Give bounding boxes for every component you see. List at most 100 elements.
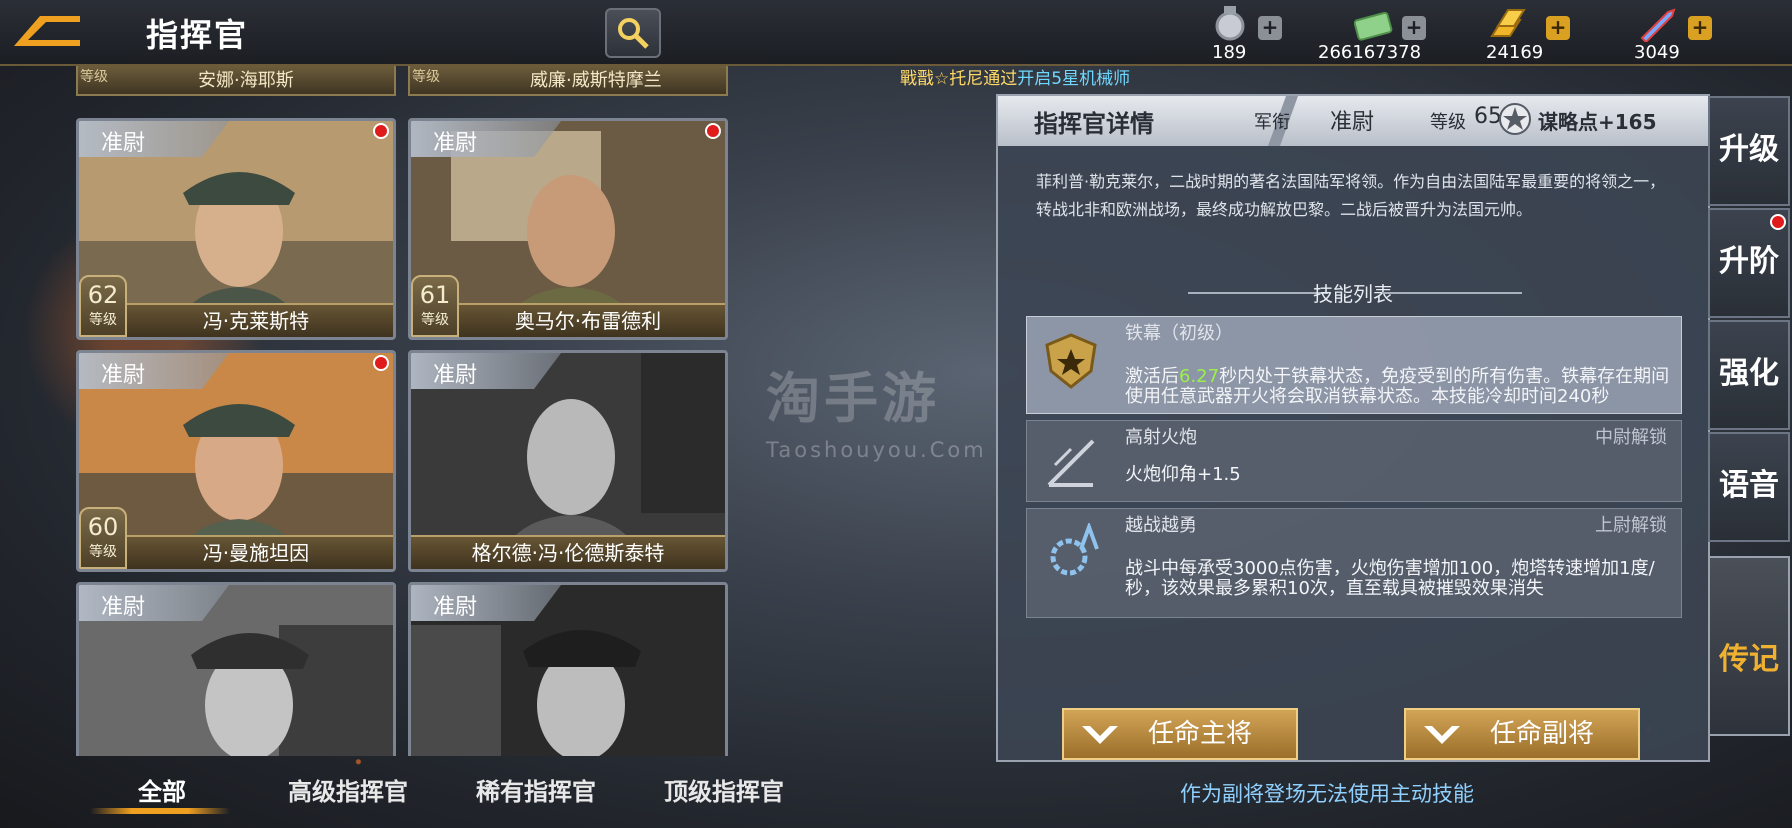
cash-icon xyxy=(1354,11,1393,41)
add-cash-button[interactable]: + xyxy=(1402,16,1426,40)
side-tab-label: 升级 xyxy=(1719,132,1779,167)
skill-description: 激活后6.27秒内处于铁幕状态，免疫受到的所有伤害。铁幕存在期间使用任意武器开火… xyxy=(1125,367,1671,407)
rank-value: 准尉 xyxy=(1330,110,1375,135)
gear-arrow-icon xyxy=(1050,523,1099,576)
filter-tabs: 全部 高级指挥官 稀有指挥官 顶级指挥官 xyxy=(70,768,784,818)
resource-gold: + 24169 xyxy=(1486,4,1596,63)
strategy-points-text: 谋略点+165 xyxy=(1538,110,1657,134)
commander-level-badge: 60 等级 xyxy=(79,507,127,569)
commander-card[interactable]: 准尉 奥马尔·布雷德利 61 等级 xyxy=(408,118,728,340)
medal-icon xyxy=(1215,6,1245,41)
resource-cash: + 266167378 xyxy=(1318,4,1468,63)
gold-bars-icon xyxy=(1490,9,1526,37)
level-label: 等级 xyxy=(1430,112,1466,133)
appoint-deputy-button[interactable]: 任命副将 xyxy=(1404,708,1640,760)
skill-item[interactable]: 越战越勇 上尉解锁 战斗中每承受3000点伤害，火炮伤害增加100，炮塔转速增加… xyxy=(1026,508,1682,618)
commander-card[interactable]: 准尉 xyxy=(408,582,728,756)
commander-card[interactable]: 准尉 冯·克莱斯特 62 等级 xyxy=(76,118,396,340)
side-tab-label: 语音 xyxy=(1719,468,1779,503)
watermark-sub: Taoshouyou.Com xyxy=(766,438,987,462)
strategy-star-icon xyxy=(1499,103,1531,135)
rocket-icon xyxy=(1640,8,1676,42)
ticker-mid: 通过 xyxy=(983,69,1018,89)
level-label: 等级 xyxy=(89,312,117,328)
search-icon xyxy=(618,18,649,49)
back-button[interactable] xyxy=(10,10,82,50)
commander-card[interactable]: 准尉 xyxy=(76,582,396,756)
add-gold-button[interactable]: + xyxy=(1546,16,1570,40)
side-tab-upgrade[interactable]: 升级 xyxy=(1708,96,1790,206)
peek-card[interactable]: 等级 安娜·海耶斯 xyxy=(76,66,396,96)
commander-bio: 菲利普·勒克莱尔，二战时期的著名法国陆军将领。作为自由法国陆军最重要的将领之一，… xyxy=(1036,172,1666,219)
add-rockets-button[interactable]: + xyxy=(1688,16,1712,40)
shield-star-icon xyxy=(1045,333,1097,389)
rockets-value: 3049 xyxy=(1634,42,1680,63)
alert-dot xyxy=(1770,214,1786,230)
skill-description: 火炮仰角+1.5 xyxy=(1125,464,1241,485)
alert-dot xyxy=(705,123,721,139)
peek-level-label: 等级 xyxy=(80,69,108,85)
alert-dot xyxy=(373,123,389,139)
gold-value: 24169 xyxy=(1486,42,1544,63)
side-tab-label: 升阶 xyxy=(1719,244,1779,279)
resource-medals: + 189 xyxy=(1210,4,1330,63)
chevron-wings-icon xyxy=(1082,726,1118,744)
commander-level-badge: 61 等级 xyxy=(411,275,459,337)
commander-card[interactable]: 准尉 格尔德·冯·伦德斯泰特 xyxy=(408,350,728,572)
level-label: 等级 xyxy=(89,544,117,560)
skills-title-line-right xyxy=(1382,292,1522,294)
side-tab-voice[interactable]: 语音 xyxy=(1708,432,1790,542)
add-medals-button[interactable]: + xyxy=(1258,16,1282,40)
commander-details-panel: 指挥官详情 军衔 准尉 等级 65 谋略点+165 菲利普·勒克莱尔，二战时期的… xyxy=(996,94,1710,762)
search-button[interactable] xyxy=(605,8,661,58)
desc-highlight: 6.27 xyxy=(1179,366,1220,387)
commander-grid[interactable]: 等级 安娜·海耶斯 等级 威廉·威斯特摩兰 准尉 冯·克莱斯特 62 等级 准尉 … xyxy=(70,66,730,756)
cash-value: 266167378 xyxy=(1318,42,1422,63)
resource-rockets: + 3049 xyxy=(1634,4,1744,63)
top-bar: 指挥官 + 189 + 266167378 + 24169 + 3049 xyxy=(0,0,1792,66)
strategy-points: 谋略点+165 xyxy=(1499,103,1657,135)
level-number: 62 xyxy=(87,281,119,309)
skill-description: 战斗中每承受3000点伤害，火炮伤害增加100，炮塔转速增加1度/秒，该效果最多… xyxy=(1125,558,1655,599)
skill-item[interactable]: 高射火炮 中尉解锁 火炮仰角+1.5 xyxy=(1026,420,1682,502)
level-number: 61 xyxy=(419,281,451,309)
skill-item[interactable]: 铁幕（初级） 激活后6.27秒内处于铁幕状态，免疫受到的所有伤害。铁幕存在期间使… xyxy=(1026,316,1682,414)
artillery-angle-icon xyxy=(1047,439,1095,487)
appoint-main-button[interactable]: 任命主将 xyxy=(1062,708,1298,760)
deputy-note: 作为副将登场无法使用主动技能 xyxy=(1180,782,1474,806)
side-tab-label: 传记 xyxy=(1719,642,1779,677)
level-number: 60 xyxy=(87,513,119,541)
watermark: 淘手游 xyxy=(766,367,940,430)
skill-name: 铁幕（初级） xyxy=(1125,323,1233,344)
peek-name: 威廉·威斯特摩兰 xyxy=(530,70,662,91)
peek-level-label: 等级 xyxy=(412,69,440,85)
skill-name: 越战越勇 xyxy=(1125,515,1197,536)
peek-card[interactable]: 等级 威廉·威斯特摩兰 xyxy=(408,66,728,96)
side-tab-biography[interactable]: 传记 xyxy=(1708,556,1790,736)
broadcast-ticker: 戰戬☆托尼通过开启5星机械师 xyxy=(900,64,1130,89)
side-tab-enhance[interactable]: 强化 xyxy=(1708,320,1790,430)
skill-name: 高射火炮 xyxy=(1125,427,1197,448)
tab-top-commanders[interactable]: 顶级指挥官 xyxy=(664,772,784,807)
details-title: 指挥官详情 xyxy=(1034,110,1154,138)
appoint-main-label: 任命主将 xyxy=(1147,719,1252,749)
skill-unlock-requirement: 上尉解锁 xyxy=(1595,515,1667,536)
commander-card[interactable]: 准尉 冯·曼施坦因 60 等级 xyxy=(76,350,396,572)
back-arrow-icon xyxy=(14,16,80,46)
page-title: 指挥官 xyxy=(146,16,249,54)
medals-value: 189 xyxy=(1212,42,1247,63)
tab-senior-commanders[interactable]: 高级指挥官 xyxy=(288,772,408,807)
appoint-deputy-label: 任命副将 xyxy=(1489,719,1594,749)
details-header: 指挥官详情 军衔 准尉 等级 65 谋略点+165 xyxy=(998,96,1708,146)
ticker-player: 戰戬☆托尼 xyxy=(900,69,984,89)
tab-all[interactable]: 全部 xyxy=(138,772,186,807)
commander-level-badge: 62 等级 xyxy=(79,275,127,337)
tab-rare-commanders[interactable]: 稀有指挥官 xyxy=(476,772,596,807)
level-label: 等级 xyxy=(421,312,449,328)
skill-unlock-requirement: 中尉解锁 xyxy=(1595,427,1667,448)
active-tab-underline xyxy=(90,808,230,814)
rank-label: 军衔 xyxy=(1254,112,1290,133)
commander-name: 格尔德·冯·伦德斯泰特 xyxy=(411,535,725,569)
alert-dot xyxy=(373,355,389,371)
side-tab-promote[interactable]: 升阶 xyxy=(1708,208,1790,318)
